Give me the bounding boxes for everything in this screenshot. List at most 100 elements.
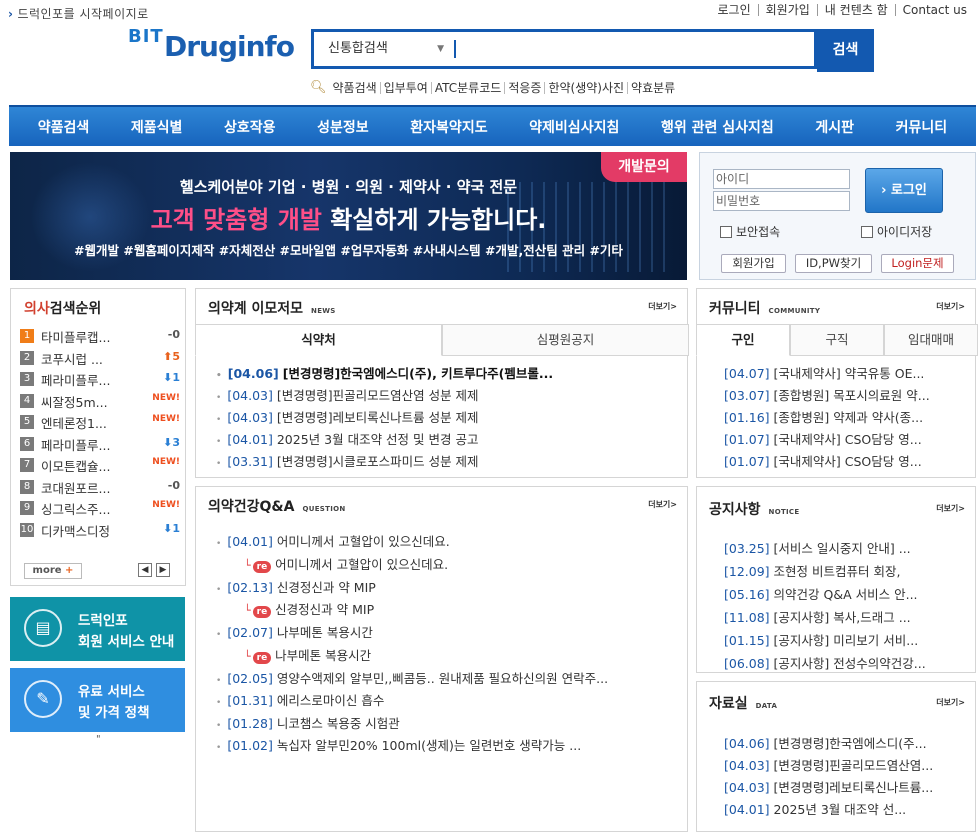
- list-item[interactable]: [11.08] [공지사항] 복사,드래그 ...: [724, 607, 972, 626]
- nav-ingredient[interactable]: 성분정보: [317, 117, 369, 137]
- paid-service-pricing-button[interactable]: ✎ 유료 서비스 및 가격 정책: [10, 668, 185, 732]
- qa-item[interactable]: • [01.28] 니코챔스 복용중 시험관: [216, 713, 400, 732]
- rank-item[interactable]: 3 페라미플루... ⬇1: [20, 368, 182, 388]
- list-item[interactable]: • [04.03] [변경명령]핀골리모드염산염 성분 제제: [216, 385, 479, 404]
- rank-item[interactable]: 5 엔테론정1... NEW!: [20, 411, 182, 431]
- rank-item[interactable]: 7 이모튼캡슐... NEW!: [20, 454, 182, 474]
- util-contact-link[interactable]: Contact us: [894, 4, 974, 16]
- find-id-pw-button[interactable]: ID,PW찾기: [795, 254, 872, 273]
- nav-interaction[interactable]: 상호작용: [224, 117, 276, 137]
- nav-procedure-review[interactable]: 행위 관련 심사지침: [661, 117, 774, 137]
- util-login-link[interactable]: 로그인: [711, 4, 758, 16]
- search-category-select[interactable]: 신통합검색 ▼: [314, 32, 454, 66]
- prev-page-icon[interactable]: ◀: [138, 563, 152, 577]
- list-item[interactable]: [04.06] [변경명령]한국엠에스디(주...: [724, 733, 972, 752]
- tab-hira-notice[interactable]: 심평원공지: [442, 324, 689, 356]
- more-button[interactable]: more +: [24, 563, 82, 579]
- list-item[interactable]: • [04.03] [변경명령]레보티록신나트륨 성분 제제: [216, 407, 479, 426]
- quick-link-indication[interactable]: 적응증: [504, 81, 544, 94]
- druginfo-logo[interactable]: BIT Druginfo: [128, 24, 303, 70]
- list-item[interactable]: • [04.01] 2025년 3월 대조약 선정 및 변경 공고: [216, 429, 478, 448]
- qa-more-link[interactable]: 더보기>: [648, 499, 677, 510]
- rank-item[interactable]: 10 디카맥스디정 ⬇1: [20, 519, 182, 539]
- qa-reply-item[interactable]: └ re 신경정신과 약 MIP: [244, 599, 374, 618]
- rank-drug-name: 코푸시럽 ...: [41, 351, 103, 367]
- search-input[interactable]: [454, 40, 804, 58]
- nav-drug-cost-review[interactable]: 약제비심사지침: [529, 117, 619, 137]
- member-service-guide-button[interactable]: ▤ 드럭인포 회원 서비스 안내: [10, 597, 185, 661]
- tab-job-offer[interactable]: 구인: [696, 324, 790, 356]
- util-my-contents-link[interactable]: 내 컨텐츠 함: [816, 4, 895, 16]
- quick-link-atc[interactable]: ATC분류코드: [430, 81, 504, 94]
- community-more-link[interactable]: 더보기>: [936, 301, 965, 312]
- rank-change: ⬇3: [163, 435, 180, 449]
- quick-link-drug-search[interactable]: 약품검색: [333, 82, 380, 94]
- set-homepage-link[interactable]: › 드럭인포를 시작페이지로: [8, 5, 149, 22]
- nav-product-id[interactable]: 제품식별: [131, 117, 183, 137]
- qa-item[interactable]: • [02.07] 나부메톤 복용시간: [216, 622, 373, 641]
- tab-mfds[interactable]: 식약처: [195, 324, 442, 356]
- list-item[interactable]: [01.15] [공지사항] 미리보기 서비...: [724, 630, 972, 649]
- list-item[interactable]: [12.09] 조현정 비트컴퓨터 회장,: [724, 561, 972, 580]
- util-signup-link[interactable]: 회원가입: [757, 4, 817, 16]
- bullet-icon: •: [216, 743, 222, 753]
- qa-reply-item[interactable]: └ re 나부메톤 복용시간: [244, 645, 371, 664]
- qa-item[interactable]: • [01.02] 녹십자 알부민20% 100ml(생제)는 일련번호 생략가능 …: [216, 735, 581, 754]
- list-item[interactable]: [06.08] [공지사항] 전성수의약건강...: [724, 653, 972, 672]
- list-item[interactable]: [01.07] [국내제약사] CSO담당 영...: [724, 429, 972, 448]
- qa-item[interactable]: • [01.31] 에리스로마이신 흡수: [216, 690, 384, 709]
- list-item[interactable]: [04.03] [변경명령]레보티록신나트륨...: [724, 777, 972, 796]
- community-tag: COMMUNITY: [768, 307, 821, 315]
- tab-job-seek[interactable]: 구직: [790, 324, 884, 356]
- secure-login-checkbox[interactable]: 보안접속: [720, 223, 780, 240]
- save-id-checkbox[interactable]: 아이디저장: [861, 223, 932, 240]
- list-item[interactable]: [04.01] 2025년 3월 대조약 선...: [724, 799, 972, 818]
- rank-number: 8: [20, 479, 34, 494]
- quick-link-efficacy[interactable]: 약효분류: [627, 81, 678, 94]
- rank-item[interactable]: 1 타미플루캡... -0: [20, 325, 182, 345]
- rank-item[interactable]: 4 씨잘정5m... NEW!: [20, 390, 182, 410]
- search-box: 신통합검색 ▼: [311, 29, 817, 69]
- login-button[interactable]: › 로그인: [865, 168, 943, 213]
- nav-community[interactable]: 커뮤니티: [896, 117, 948, 137]
- next-page-icon[interactable]: ▶: [156, 563, 170, 577]
- list-item[interactable]: [04.03] [변경명령]핀골리모드염산염...: [724, 755, 972, 774]
- rank-item[interactable]: 8 코대원포르... -0: [20, 476, 182, 496]
- news-more-link[interactable]: 더보기>: [648, 301, 677, 312]
- nav-patient-guide[interactable]: 환자복약지도: [410, 117, 487, 137]
- quick-link-herbal-photo[interactable]: 한약(생약)사진: [544, 81, 627, 94]
- rank-item[interactable]: 9 싱그릭스주... NEW!: [20, 497, 182, 517]
- list-item[interactable]: • [03.31] [변경명령]시클로포스파미드 성분 제제: [216, 451, 479, 470]
- qa-reply-item[interactable]: └ re 어미니께서 고혈압이 있으신데요.: [244, 554, 448, 573]
- notice-more-link[interactable]: 더보기>: [936, 503, 965, 514]
- search-button[interactable]: 검색: [817, 29, 874, 72]
- list-item[interactable]: [01.07] [국내제약사] CSO담당 영...: [724, 451, 972, 470]
- list-item[interactable]: [05.16] 의약건강 Q&A 서비스 안...: [724, 584, 972, 603]
- signup-button[interactable]: 회원가입: [721, 254, 786, 273]
- data-room-more-link[interactable]: 더보기>: [936, 697, 965, 708]
- qa-item[interactable]: • [04.01] 어미니께서 고혈압이 있으신데요.: [216, 531, 450, 550]
- qa-item[interactable]: • [02.13] 신경정신과 약 MIP: [216, 577, 376, 596]
- list-item[interactable]: [03.25] [서비스 일시중지 안내] ...: [724, 538, 972, 557]
- login-id-field[interactable]: 아이디: [713, 169, 850, 189]
- list-item[interactable]: • [04.06] [변경명령]한국엠에스디(주), 키트루다주(펨브롤...: [216, 363, 553, 382]
- reply-badge: re: [252, 651, 272, 664]
- rank-item[interactable]: 6 페라미플루... ⬇3: [20, 433, 182, 453]
- tab-rent-sale[interactable]: 임대매매: [884, 324, 978, 356]
- nav-board[interactable]: 게시판: [815, 117, 854, 137]
- nav-drug-search[interactable]: 약품검색: [38, 117, 90, 137]
- list-item[interactable]: [01.16] [종합병원] 약제과 약사(종...: [724, 407, 972, 426]
- reply-badge: re: [252, 606, 272, 618]
- quick-link-route[interactable]: 입부투여: [379, 81, 431, 94]
- login-password-field[interactable]: 비밀번호: [713, 191, 850, 211]
- rank-drug-name: 싱그릭스주...: [41, 502, 111, 517]
- item-date: [04.06]: [724, 736, 770, 751]
- promo-banner[interactable]: 개발문의 헬스케어분야 기업 · 병원 · 의원 · 제약사 · 약국 전문 고…: [10, 152, 687, 280]
- rank-item[interactable]: 2 코푸시럽 ... ⬆5: [20, 347, 182, 367]
- list-item[interactable]: [03.07] [종합병원] 목포시의료원 약...: [724, 385, 972, 404]
- plus-icon: +: [65, 565, 74, 576]
- qa-item[interactable]: • [02.05] 영양수액제외 알부민,,삐콤등.. 원내제품 필요하신의원 연락…: [216, 668, 608, 687]
- login-problem-button[interactable]: Login문제: [881, 254, 954, 273]
- chevron-right-icon: ›: [881, 183, 891, 198]
- list-item[interactable]: [04.07] [국내제약사] 약국유통 OE...: [724, 363, 972, 382]
